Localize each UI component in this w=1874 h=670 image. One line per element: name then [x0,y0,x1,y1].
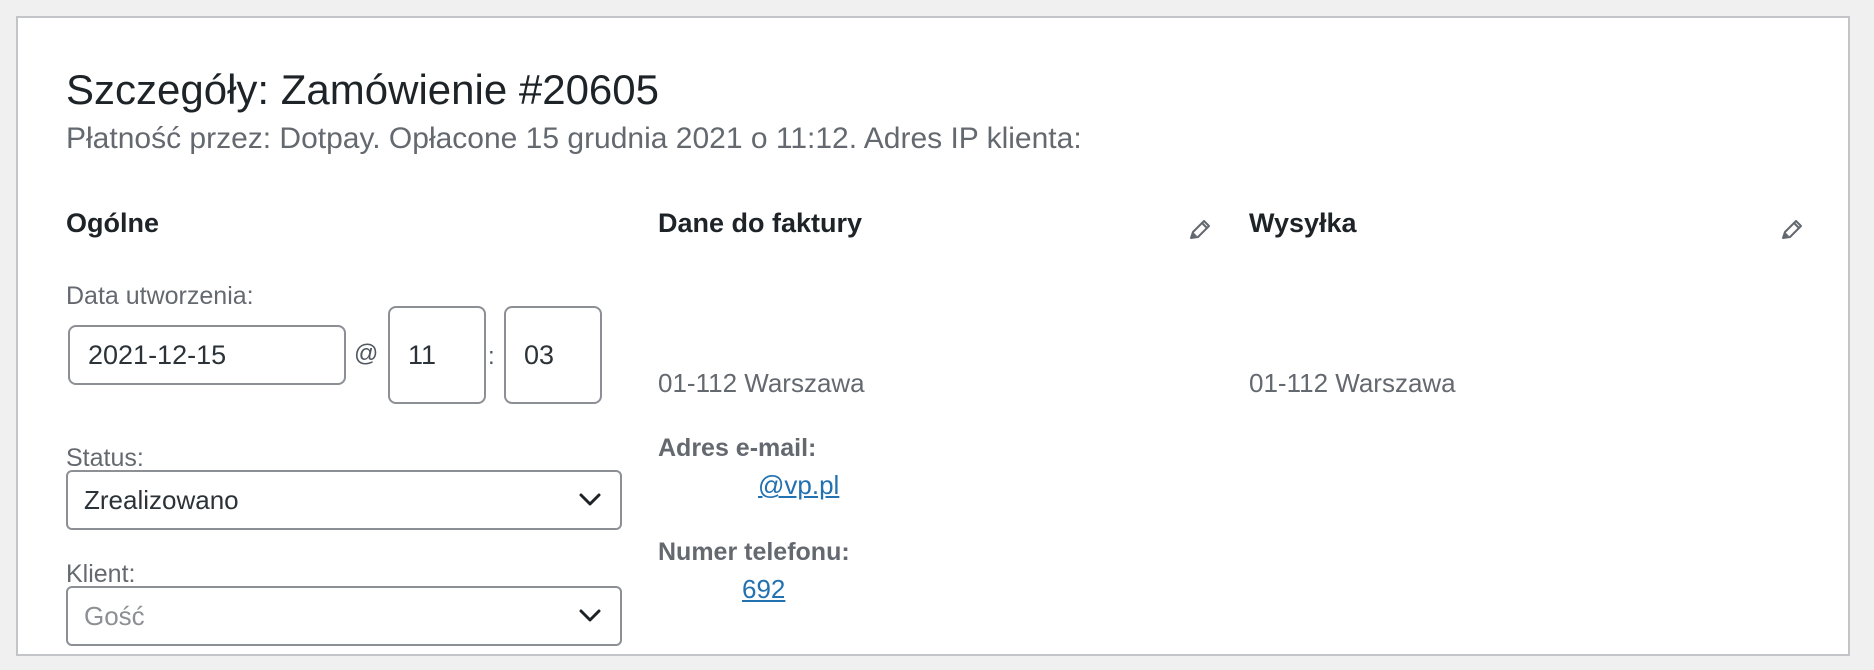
status-value: Zrealizowano [84,484,239,515]
phone-link[interactable]: 692 [742,574,785,605]
at-separator: @ [354,340,379,367]
phone-label: Numer telefonu: [658,538,850,566]
customer-value: Gość [84,600,145,631]
status-label: Status: [66,444,144,472]
hour-input[interactable]: 11 [388,306,486,404]
minute-value: 03 [524,339,555,370]
minute-input[interactable]: 03 [504,306,602,404]
order-details-panel: Szczegóły: Zamówienie #20605 Płatność pr… [16,16,1850,656]
time-colon: : [488,343,495,370]
pencil-icon[interactable] [1186,218,1212,244]
date-created-value: 2021-12-15 [88,339,227,370]
billing-address-line: 01-112 Warszawa [658,368,865,398]
date-created-label: Data utworzenia: [66,282,254,310]
email-link[interactable]: @vp.pl [758,470,839,501]
page-title: Szczegóły: Zamówienie #20605 [66,66,660,113]
email-label: Adres e-mail: [658,434,817,462]
customer-label: Klient: [66,560,136,588]
hour-value: 11 [408,339,437,370]
date-created-input[interactable]: 2021-12-15 [68,325,346,385]
customer-select[interactable]: Gość [66,586,622,646]
shipping-heading: Wysyłka [1249,208,1357,238]
chevron-down-icon [579,493,601,506]
status-select[interactable]: Zrealizowano [66,470,622,530]
payment-info: Płatność przez: Dotpay. Opłacone 15 grud… [66,122,1082,155]
billing-heading: Dane do faktury [658,208,863,238]
shipping-address-line: 01-112 Warszawa [1249,368,1456,398]
pencil-icon[interactable] [1778,218,1804,244]
chevron-down-icon [579,609,601,622]
general-heading: Ogólne [66,208,159,238]
